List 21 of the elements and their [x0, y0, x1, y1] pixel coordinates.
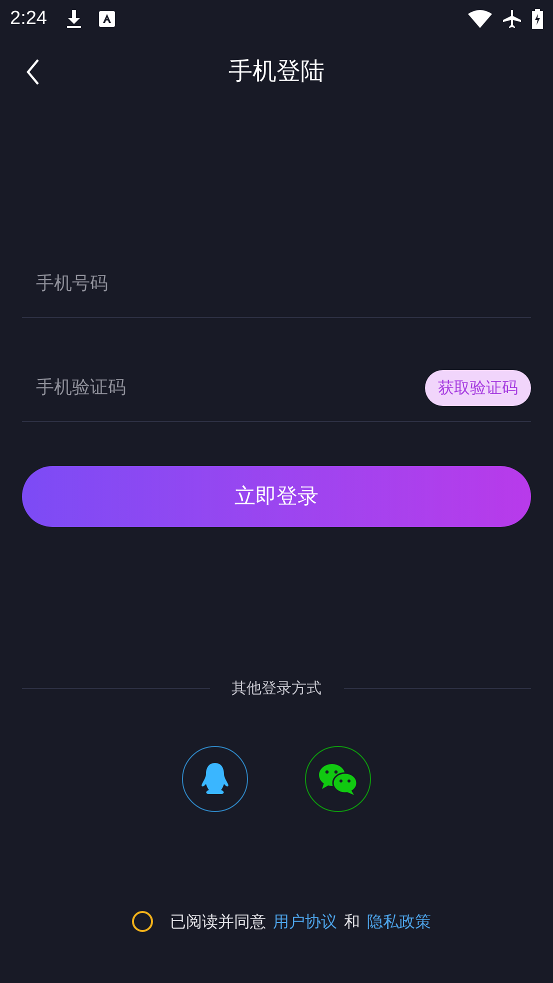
get-code-button[interactable]: 获取验证码 [425, 370, 531, 406]
wechat-login-button[interactable] [305, 746, 371, 812]
status-time: 2:24 [10, 6, 47, 31]
agreement-text: 已阅读并同意 [170, 910, 266, 932]
page-title: 手机登陆 [228, 56, 324, 87]
input-field[interactable]: 手机号码 [36, 250, 531, 317]
penguin-icon [200, 762, 230, 794]
policy-link[interactable]: 用户协议 [273, 910, 337, 934]
airplane-icon [502, 9, 522, 29]
policy-link[interactable]: 隐私政策 [367, 910, 431, 934]
font-icon [98, 11, 115, 27]
battery-icon [532, 9, 543, 29]
qq-login-button[interactable] [182, 746, 248, 812]
download-icon [64, 9, 83, 29]
login-button[interactable]: 立即登录 [22, 466, 531, 527]
wifi-icon [468, 10, 492, 28]
agreement-checkbox[interactable] [132, 911, 153, 932]
other-login-label: 其他登录方式 [232, 678, 322, 699]
chat-bubbles-icon [318, 762, 358, 794]
agreement-text: 和 [344, 910, 360, 932]
input-field[interactable]: 手机验证码 [36, 354, 425, 421]
